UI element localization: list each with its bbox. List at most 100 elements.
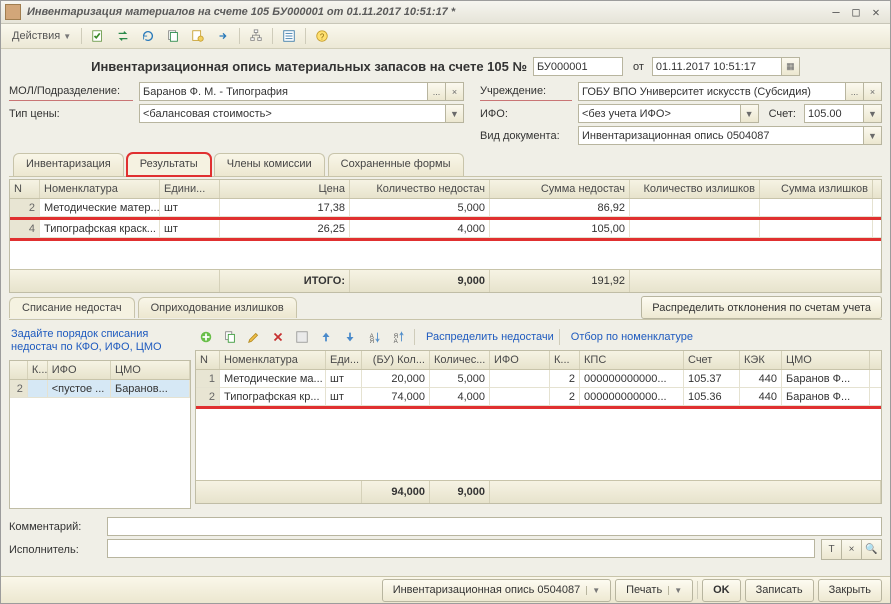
account-label: Счет: — [769, 104, 798, 123]
footer-bu: 94,000 — [362, 481, 430, 503]
close-doc-button[interactable]: Закрыть — [818, 579, 882, 602]
add-icon[interactable] — [195, 327, 217, 347]
table-row[interactable]: 2 Типографская кр... шт 74,000 4,000 2 0… — [196, 388, 881, 406]
edit-icon[interactable] — [243, 327, 265, 347]
from-label: от — [633, 61, 644, 73]
mol-label: МОЛ/Подразделение: — [9, 82, 133, 101]
col-n[interactable]: N — [10, 180, 40, 198]
sort-desc-icon[interactable]: ЯA — [387, 327, 409, 347]
col-bu-qty[interactable]: (БУ) Кол... — [362, 351, 430, 369]
refresh-icon[interactable] — [137, 26, 159, 46]
col-surplus-sum[interactable]: Сумма излишков — [760, 180, 873, 198]
minimize-button[interactable]: — — [826, 5, 846, 20]
calendar-icon[interactable]: ▦ — [782, 57, 800, 76]
clear-icon[interactable]: × — [842, 539, 862, 560]
col-nomenclature[interactable]: Номенклатура — [220, 351, 326, 369]
ok-button[interactable]: OK — [702, 579, 741, 602]
highlight-bar — [10, 238, 881, 241]
comment-input[interactable] — [107, 517, 882, 536]
col-ifo[interactable]: ИФО — [48, 361, 111, 379]
clear-icon[interactable]: × — [446, 82, 464, 101]
col-cmo[interactable]: ЦМО — [111, 361, 190, 379]
col-cmo[interactable]: ЦМО — [782, 351, 870, 369]
mol-input[interactable]: Баранов Ф. М. - Типография — [139, 82, 428, 101]
col-surplus-qty[interactable]: Количество излишков — [630, 180, 760, 198]
tab-surplus[interactable]: Оприходование излишков — [138, 297, 297, 318]
chevron-down-icon: ▼ — [668, 586, 682, 595]
text-tool-icon[interactable]: T — [821, 539, 842, 560]
table-row[interactable]: 2 <пустое ... Баранов... — [10, 380, 190, 398]
finish-icon[interactable] — [291, 327, 313, 347]
magnifier-icon[interactable]: 🔍 — [862, 539, 882, 560]
col-kek[interactable]: КЭК — [740, 351, 782, 369]
structure-icon[interactable] — [245, 26, 267, 46]
distribute-button[interactable]: Распределить отклонения по счетам учета — [641, 296, 882, 319]
maximize-button[interactable]: □ — [846, 5, 866, 20]
help-icon[interactable]: ? — [311, 26, 333, 46]
go-icon[interactable] — [212, 26, 234, 46]
main-toolbar: Действия ▼ ? — [1, 24, 890, 49]
table-row[interactable]: 1 Методические ма... шт 20,000 5,000 2 0… — [196, 370, 881, 388]
status-bar: Инвентаризационная опись 0504087 ▼ Печат… — [1, 576, 890, 603]
org-input[interactable]: ГОБУ ВПО Университет искусств (Субсидия) — [578, 82, 846, 101]
tab-results[interactable]: Результаты — [127, 153, 211, 176]
results-grid: N Номенклатура Едини... Цена Количество … — [9, 179, 882, 293]
delete-icon[interactable] — [267, 327, 289, 347]
close-button[interactable]: ✕ — [866, 5, 886, 20]
print-button[interactable]: Печать ▼ — [615, 579, 693, 602]
col-kps[interactable]: КПС — [580, 351, 684, 369]
hint-text: Задайте порядок списания недостач по КФО… — [9, 324, 191, 360]
separator — [305, 28, 306, 44]
chevron-down-icon[interactable]: ▼ — [864, 126, 882, 145]
table-row[interactable]: 2 Методические матер... шт 17,38 5,000 8… — [10, 199, 881, 217]
col-unit[interactable]: Едини... — [160, 180, 220, 198]
based-on-icon[interactable] — [187, 26, 209, 46]
svg-text:Я: Я — [370, 338, 374, 344]
col-k[interactable]: К... — [28, 361, 48, 379]
col-qty[interactable]: Количес... — [430, 351, 490, 369]
tab-saved-forms[interactable]: Сохраненные формы — [328, 153, 464, 176]
col-kfo[interactable]: К... — [550, 351, 580, 369]
sort-asc-icon[interactable]: AЯ — [363, 327, 385, 347]
col-unit[interactable]: Еди... — [326, 351, 362, 369]
col-shortage-sum[interactable]: Сумма недостач — [490, 180, 630, 198]
copy-doc-icon[interactable] — [162, 26, 184, 46]
move-up-icon[interactable] — [315, 327, 337, 347]
swap-icon[interactable] — [112, 26, 134, 46]
doc-number-input[interactable]: БУ000001 — [533, 57, 623, 76]
footer-kol: 9,000 — [430, 481, 490, 503]
col-price[interactable]: Цена — [220, 180, 350, 198]
table-row[interactable]: 4 Типографская краск... шт 26,25 4,000 1… — [10, 220, 881, 238]
tab-writeoff[interactable]: Списание недостач — [9, 297, 135, 318]
account-input[interactable]: 105.00 — [804, 104, 864, 123]
doc-title: Инвентаризационная опись материальных за… — [91, 59, 527, 74]
col-account[interactable]: Счет — [684, 351, 740, 369]
actions-menu[interactable]: Действия ▼ — [5, 26, 76, 46]
select-dialog-icon[interactable]: ... — [846, 82, 864, 101]
properties-icon[interactable] — [278, 26, 300, 46]
chevron-down-icon[interactable]: ▼ — [864, 104, 882, 123]
col-nomenclature[interactable]: Номенклатура — [40, 180, 160, 198]
filter-link[interactable]: Отбор по номенклатуре — [571, 331, 693, 343]
clear-icon[interactable]: × — [864, 82, 882, 101]
chevron-down-icon[interactable]: ▼ — [446, 104, 464, 123]
highlight-bar — [196, 406, 881, 409]
executor-input[interactable] — [107, 539, 815, 558]
distribute-shortage-link[interactable]: Распределить недостачи — [426, 331, 554, 343]
tab-commission[interactable]: Члены комиссии — [214, 153, 325, 176]
chevron-down-icon[interactable]: ▼ — [741, 104, 759, 123]
move-down-icon[interactable] — [339, 327, 361, 347]
save-button[interactable]: Записать — [745, 579, 814, 602]
doc-date-input[interactable]: 01.11.2017 10:51:17 — [652, 57, 782, 76]
copy-row-icon[interactable] — [219, 327, 241, 347]
ifo-input[interactable]: <без учета ИФО> — [578, 104, 741, 123]
price-type-input[interactable]: <балансовая стоимость> — [139, 104, 446, 123]
tab-inventory[interactable]: Инвентаризация — [13, 153, 124, 176]
post-icon[interactable] — [87, 26, 109, 46]
col-ifo[interactable]: ИФО — [490, 351, 550, 369]
col-n[interactable]: N — [196, 351, 220, 369]
select-dialog-icon[interactable]: ... — [428, 82, 446, 101]
col-shortage-qty[interactable]: Количество недостач — [350, 180, 490, 198]
doc-type-input[interactable]: Инвентаризационная опись 0504087 — [578, 126, 864, 145]
form-name-combo[interactable]: Инвентаризационная опись 0504087 ▼ — [382, 579, 611, 602]
